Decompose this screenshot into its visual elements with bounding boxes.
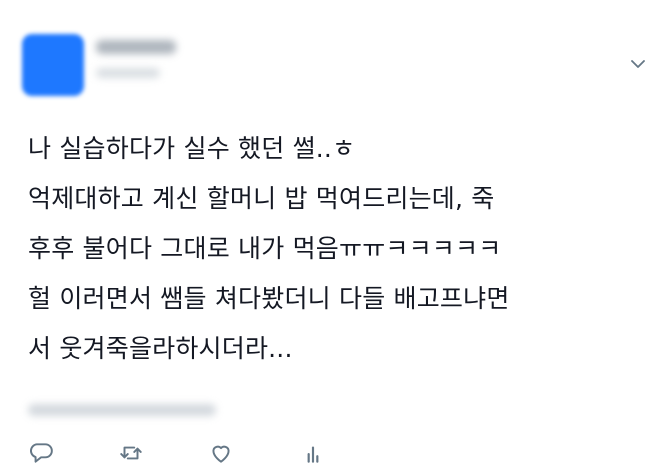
retweet-icon[interactable] (118, 440, 144, 466)
tweet-line: 헐 이러면서 쌤들 쳐다봤더니 다들 배고프냐면 (28, 284, 510, 313)
tweet-line: 억제대하고 계신 할머니 밥 먹여드리는데, 죽 (28, 184, 495, 213)
avatar[interactable] (22, 34, 84, 96)
reply-icon[interactable] (28, 440, 54, 466)
blurred-username (96, 68, 160, 78)
heart-icon[interactable] (208, 440, 234, 466)
blurred-timestamp (28, 404, 216, 416)
chevron-down-icon[interactable] (626, 52, 650, 76)
tweet-line: 서 웃겨죽을라하시더라... (28, 334, 293, 363)
tweet-line: 후후 불어다 그대로 내가 먹음ㅠㅠㅋㅋㅋㅋㅋ (28, 234, 502, 263)
blurred-display-name (96, 40, 176, 54)
tweet-text: 나 실습하다가 실수 했던 썰..ㅎ 억제대하고 계신 할머니 밥 먹여드리는데… (28, 124, 648, 374)
tweet-actions (0, 440, 658, 470)
tweet-line: 나 실습하다가 실수 했던 썰..ㅎ (28, 134, 356, 163)
analytics-icon[interactable] (300, 440, 326, 466)
